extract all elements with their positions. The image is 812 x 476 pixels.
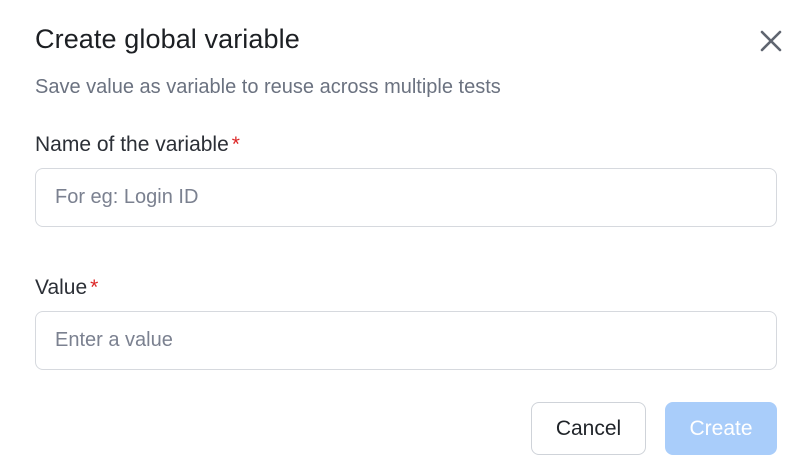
value-input[interactable] (35, 311, 777, 370)
create-variable-dialog: Create global variable Save value as var… (0, 0, 812, 476)
dialog-subtitle: Save value as variable to reuse across m… (35, 76, 501, 98)
required-marker: * (231, 133, 240, 156)
cancel-button[interactable]: Cancel (531, 402, 646, 455)
close-button[interactable] (754, 24, 788, 58)
required-marker: * (90, 276, 99, 299)
variable-name-input[interactable] (35, 168, 777, 227)
variable-name-label: Name of the variable * (35, 133, 240, 157)
dialog-title: Create global variable (35, 24, 300, 54)
create-button[interactable]: Create (665, 402, 777, 455)
value-label: Value * (35, 276, 98, 300)
variable-name-label-text: Name of the variable (35, 133, 229, 156)
close-icon (759, 29, 783, 53)
value-label-text: Value (35, 276, 88, 299)
